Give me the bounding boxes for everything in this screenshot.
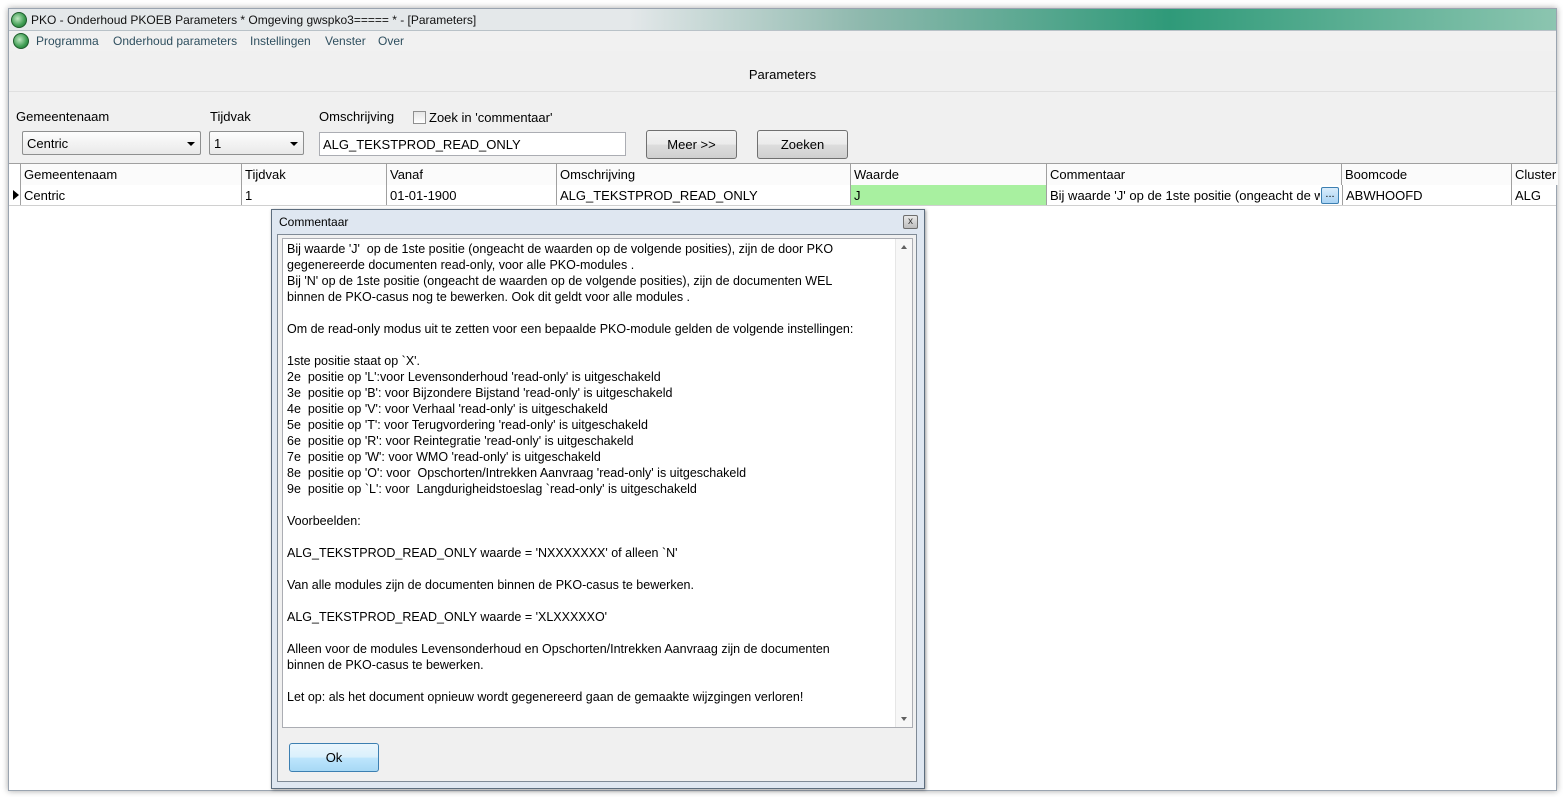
cell-cluster[interactable]: ALG: [1512, 185, 1558, 205]
gemeentenaam-select[interactable]: Centric: [22, 131, 201, 155]
menu-bar: Programma Onderhoud parameters Instellin…: [9, 31, 1556, 51]
chevron-down-icon: [187, 142, 195, 146]
form-header: Parameters: [9, 51, 1556, 91]
tijdvak-select-value: 1: [214, 136, 222, 151]
cell-commentaar[interactable]: Bij waarde 'J' op de 1ste positie (ongea…: [1047, 185, 1320, 205]
zoeken-button[interactable]: Zoeken: [757, 130, 848, 159]
column-header-boomcode[interactable]: Boomcode: [1342, 164, 1512, 185]
menu-venster[interactable]: Venster: [325, 34, 366, 48]
commentaar-dialog: Commentaar x Bij waarde 'J' op de 1ste p…: [271, 209, 925, 789]
form-title: Parameters: [748, 67, 817, 82]
search-panel: Gemeentenaam Centric Tijdvak 1 Omschrijv…: [9, 91, 1556, 163]
zoek-commentaar-checkbox[interactable]: [413, 111, 426, 124]
tijdvak-label: Tijdvak: [210, 109, 251, 124]
column-header-vanaf[interactable]: Vanaf: [387, 164, 557, 185]
close-icon[interactable]: x: [903, 215, 918, 229]
scroll-down-icon[interactable]: [901, 717, 907, 721]
omschrijving-label: Omschrijving: [319, 109, 395, 124]
scroll-up-icon[interactable]: [901, 245, 907, 249]
gemeentenaam-select-value: Centric: [27, 136, 69, 151]
cell-boomcode[interactable]: ABWHOOFD: [1342, 185, 1512, 205]
vertical-scrollbar[interactable]: [895, 239, 912, 727]
column-header-gemeentenaam[interactable]: Gemeentenaam: [21, 164, 242, 185]
row-selector[interactable]: [9, 185, 21, 205]
window-title: PKO - Onderhoud PKOEB Parameters * Omgev…: [31, 13, 477, 27]
zoek-commentaar-label[interactable]: Zoek in 'commentaar': [429, 110, 552, 125]
commentaar-textarea[interactable]: Bij waarde 'J' op de 1ste positie (ongea…: [282, 238, 913, 728]
cell-vanaf[interactable]: 01-01-1900: [387, 185, 557, 205]
commentaar-text[interactable]: Bij waarde 'J' op de 1ste positie (ongea…: [287, 241, 893, 705]
table-row[interactable]: Centric 1 01-01-1900 ALG_TEKSTPROD_READ_…: [9, 185, 1556, 206]
column-header-omschrijving[interactable]: Omschrijving: [557, 164, 851, 185]
title-bar[interactable]: PKO - Onderhoud PKOEB Parameters * Omgev…: [9, 9, 1556, 31]
ok-button[interactable]: Ok: [289, 743, 379, 772]
column-header-waarde[interactable]: Waarde: [851, 164, 1047, 185]
dialog-body: Bij waarde 'J' op de 1ste positie (ongea…: [277, 234, 917, 782]
menu-onderhoud-parameters[interactable]: Onderhoud parameters: [113, 34, 237, 48]
gemeentenaam-label: Gemeentenaam: [16, 109, 110, 124]
app-menu-icon[interactable]: [13, 33, 29, 49]
row-header-corner: [9, 164, 21, 185]
column-header-cluster[interactable]: Cluster: [1512, 164, 1558, 185]
menu-over[interactable]: Over: [378, 34, 404, 48]
current-row-arrow-icon: [13, 190, 19, 200]
dialog-title-bar[interactable]: Commentaar x: [272, 210, 924, 232]
cell-waarde[interactable]: J: [851, 185, 1047, 205]
commentaar-ellipsis-button[interactable]: ...: [1321, 187, 1339, 204]
omschrijving-input[interactable]: [319, 132, 626, 156]
menu-instellingen[interactable]: Instellingen: [250, 34, 311, 48]
cell-tijdvak[interactable]: 1: [242, 185, 387, 205]
column-header-tijdvak[interactable]: Tijdvak: [242, 164, 387, 185]
column-header-commentaar[interactable]: Commentaar: [1047, 164, 1342, 185]
application-window: PKO - Onderhoud PKOEB Parameters * Omgev…: [8, 8, 1558, 791]
menu-programma[interactable]: Programma: [36, 34, 99, 48]
cell-gemeentenaam[interactable]: Centric: [21, 185, 242, 205]
tijdvak-select[interactable]: 1: [209, 131, 304, 155]
app-logo-icon: [11, 12, 27, 28]
cell-omschrijving[interactable]: ALG_TEKSTPROD_READ_ONLY: [557, 185, 851, 205]
meer-button[interactable]: Meer >>: [646, 130, 737, 159]
chevron-down-icon: [290, 142, 298, 146]
dialog-title: Commentaar: [279, 215, 349, 229]
grid-header: Gemeentenaam Tijdvak Vanaf Omschrijving …: [9, 164, 1558, 185]
